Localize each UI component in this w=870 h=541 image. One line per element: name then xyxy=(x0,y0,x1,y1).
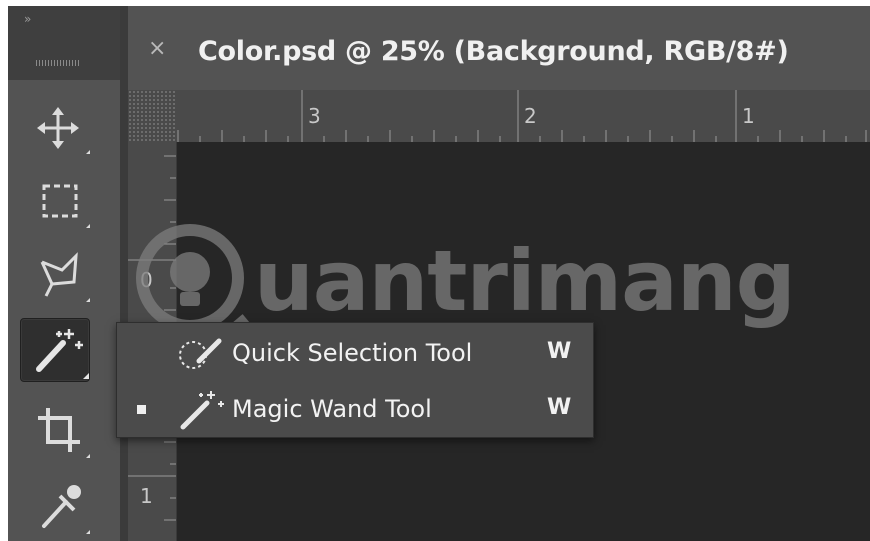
lasso-tool-button[interactable] xyxy=(22,242,90,304)
marquee-tool-button[interactable] xyxy=(22,170,90,232)
document-tab[interactable]: × Color.psd @ 25% (Background, RGB/8#) xyxy=(128,6,870,90)
eyedropper-tool-button[interactable] xyxy=(22,474,90,536)
panel-separator xyxy=(120,6,128,541)
magic-wand-tool-button[interactable] xyxy=(20,318,90,382)
flyout-item-quick-selection[interactable]: Quick Selection Tool W xyxy=(117,325,593,381)
document-title: Color.psd @ 25% (Background, RGB/8#) xyxy=(198,36,789,67)
collapse-panel-icon[interactable]: » xyxy=(24,12,31,26)
watermark-logo-icon xyxy=(136,224,250,334)
watermark-text: uantrimang xyxy=(254,232,796,330)
ruler-label: 1 xyxy=(742,104,755,128)
tool-flyout-menu: Quick Selection Tool W Magic Wand Tool W xyxy=(116,322,594,438)
polygonal-lasso-icon xyxy=(40,252,90,302)
close-tab-icon[interactable]: × xyxy=(148,36,166,61)
ruler-origin[interactable] xyxy=(128,90,176,142)
flyout-item-label: Magic Wand Tool xyxy=(232,395,432,423)
tools-panel: » xyxy=(8,6,120,541)
move-tool-button[interactable] xyxy=(22,98,90,160)
crop-icon xyxy=(38,408,90,458)
quick-selection-icon xyxy=(179,338,222,369)
flyout-item-label: Quick Selection Tool xyxy=(232,339,473,367)
ruler-label: 1 xyxy=(140,484,153,508)
magic-wand-icon xyxy=(36,329,89,379)
rectangular-marquee-icon xyxy=(42,184,90,228)
tools-panel-header: » xyxy=(8,6,120,80)
ruler-label: 2 xyxy=(524,104,537,128)
selected-bullet-icon xyxy=(137,405,146,414)
flyout-item-shortcut: W xyxy=(547,339,572,364)
panel-grip-handle[interactable] xyxy=(36,60,80,66)
ruler-label: 3 xyxy=(308,104,321,128)
eyedropper-icon xyxy=(42,485,90,534)
move-icon xyxy=(37,107,90,154)
magic-wand-icon xyxy=(180,391,224,430)
flyout-item-shortcut: W xyxy=(547,395,572,420)
horizontal-ruler-ticks xyxy=(177,90,867,142)
photoshop-window: » × Color.psd @ 25% (Background, RGB/8#)… xyxy=(8,6,870,541)
crop-tool-button[interactable] xyxy=(22,400,90,462)
horizontal-ruler[interactable]: 3 2 1 xyxy=(176,90,870,143)
flyout-item-magic-wand[interactable]: Magic Wand Tool W xyxy=(117,381,593,437)
